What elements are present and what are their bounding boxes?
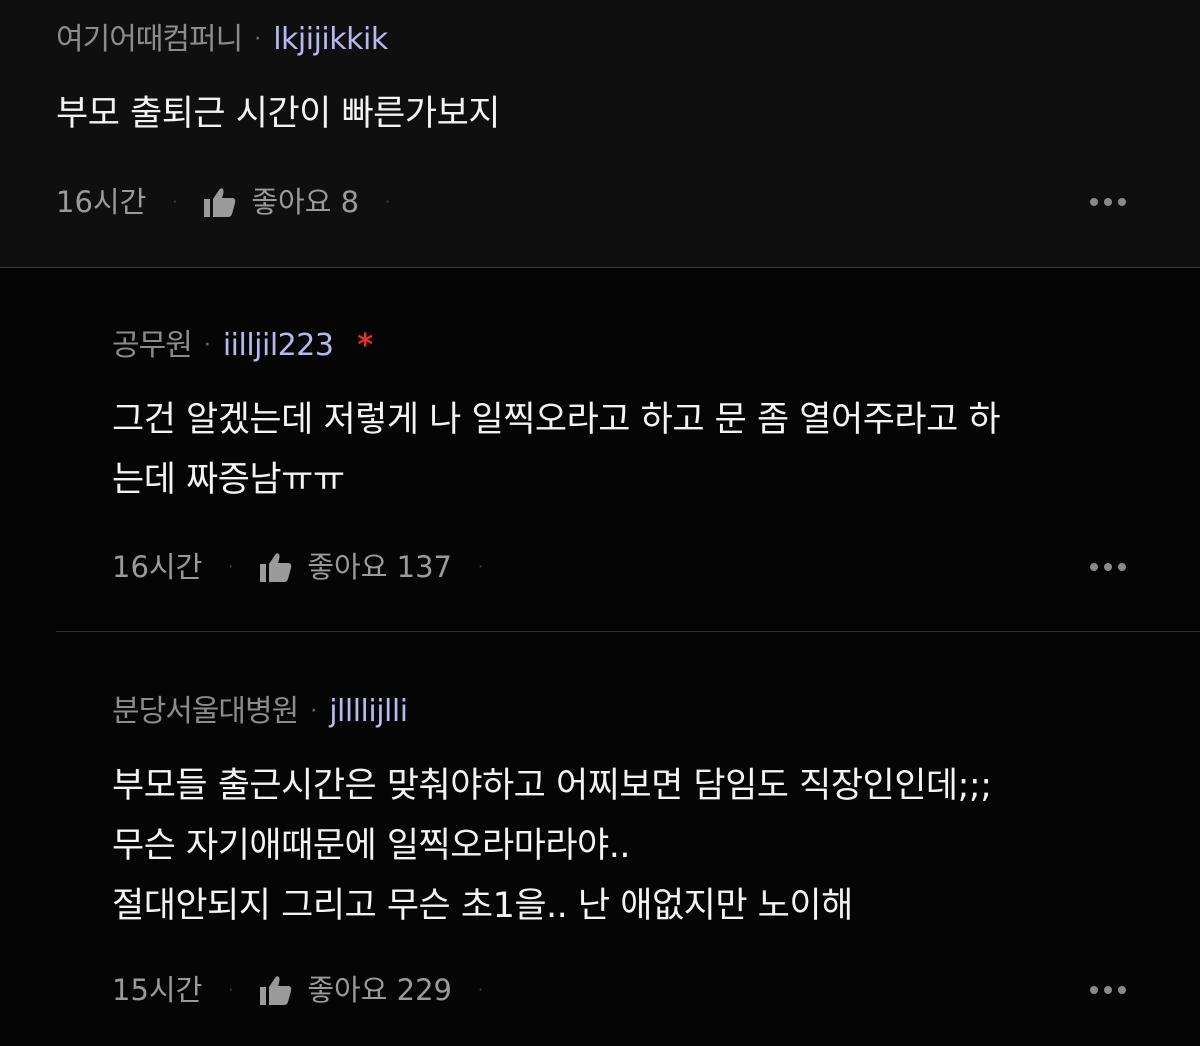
reply-item: 분당서울대병원 · jllllijlli 부모들 출근시간은 맞춰야하고 어찌보… xyxy=(0,632,1200,1046)
more-options-button[interactable] xyxy=(1090,182,1126,222)
comment-text: 부모 출퇴근 시간이 빠른가보지 xyxy=(56,94,500,134)
like-button[interactable]: 좋아요 137 xyxy=(259,547,452,587)
comment-time: 16시간 xyxy=(56,185,147,219)
more-horizontal-icon xyxy=(1090,986,1098,994)
username[interactable]: jllllijlli xyxy=(329,692,408,732)
more-horizontal-icon xyxy=(1104,563,1112,571)
like-count: 좋아요 137 xyxy=(307,550,452,584)
comment-meta: 16시간 · 좋아요 8 · xyxy=(56,182,416,222)
like-button[interactable]: 좋아요 229 xyxy=(259,970,452,1010)
company-name[interactable]: 공무원 xyxy=(112,326,193,366)
more-horizontal-icon xyxy=(1118,198,1126,206)
comment-meta: 16시간 · 좋아요 137 · xyxy=(112,547,509,587)
company-name[interactable]: 분당서울대병원 xyxy=(112,692,299,732)
separator-dot: · xyxy=(477,980,484,999)
comment-time: 15시간 xyxy=(112,973,203,1007)
more-horizontal-icon xyxy=(1118,986,1126,994)
separator-dot: · xyxy=(228,980,234,999)
more-horizontal-icon xyxy=(1104,198,1112,206)
more-horizontal-icon xyxy=(1090,563,1098,571)
more-options-button[interactable] xyxy=(1090,547,1126,587)
comment-text: 부모들 출근시간은 맞춰야하고 어찌보면 담임도 직장인인데;;; 무슨 자기애… xyxy=(112,766,992,926)
thumbs-up-icon xyxy=(204,188,236,217)
reply-item: 공무원 · iilljil223 * 그건 알겠는데 저렇게 나 일찍오라고 하… xyxy=(0,268,1200,632)
separator-dot: · xyxy=(228,557,234,576)
separator-dot: · xyxy=(172,192,178,211)
like-count: 좋아요 229 xyxy=(307,973,452,1007)
separator-dot: · xyxy=(310,699,318,724)
like-count: 좋아요 8 xyxy=(251,185,360,219)
thumbs-up-icon xyxy=(260,553,292,582)
more-horizontal-icon xyxy=(1090,198,1098,206)
thumbs-up-icon xyxy=(260,976,292,1005)
separator-dot: · xyxy=(203,333,211,358)
more-horizontal-icon xyxy=(1118,563,1126,571)
username[interactable]: lkjijikkik xyxy=(273,20,388,60)
like-button[interactable]: 좋아요 8 xyxy=(203,182,359,222)
comment-text: 그건 알겠는데 저렇게 나 일찍오라고 하고 문 좀 열어주라고 하 는데 짜증… xyxy=(112,400,1001,500)
comment-meta: 15시간 · 좋아요 229 · xyxy=(112,970,509,1010)
username[interactable]: iilljil223 xyxy=(223,326,334,366)
comment-author-line: 공무원 · iilljil223 * xyxy=(112,326,373,366)
more-options-button[interactable] xyxy=(1090,970,1126,1010)
separator-dot: · xyxy=(254,27,262,52)
separator-dot: · xyxy=(385,192,391,211)
comment-item: 여기어때컴퍼니 · lkjijikkik 부모 출퇴근 시간이 빠른가보지 16… xyxy=(0,0,1200,268)
comment-author-line: 여기어때컴퍼니 · lkjijikkik xyxy=(56,20,388,60)
separator-dot: · xyxy=(477,557,484,576)
comment-author-line: 분당서울대병원 · jllllijlli xyxy=(112,692,408,732)
author-mark: * xyxy=(357,328,374,363)
comment-time: 16시간 xyxy=(112,550,203,584)
company-name[interactable]: 여기어때컴퍼니 xyxy=(56,20,243,60)
more-horizontal-icon xyxy=(1104,986,1112,994)
